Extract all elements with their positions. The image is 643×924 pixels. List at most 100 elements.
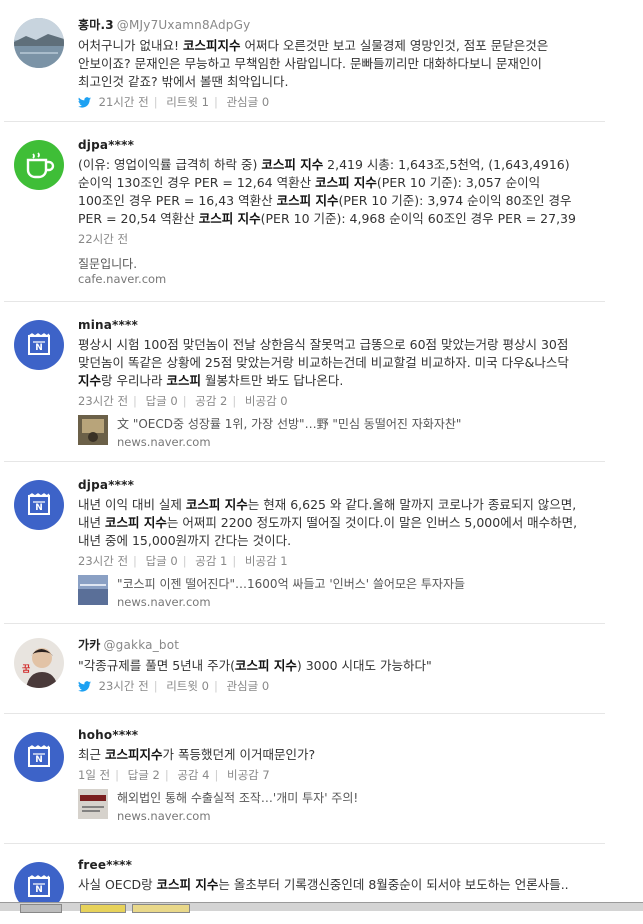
source-url[interactable]: news.naver.com [117, 433, 461, 451]
taskbar-item[interactable] [20, 904, 62, 913]
article-thumbnail [78, 575, 108, 605]
cafe-cup-icon [26, 152, 55, 179]
highlighted-keyword: 코스피 지수 [235, 658, 297, 673]
post-body[interactable]: "각종규제를 풀면 5년내 주가(코스피 지수) 3000 시대도 가능하다" [78, 657, 585, 675]
highlighted-keyword: 코스피 지수 [261, 157, 324, 172]
linked-article[interactable]: 文 "OECD중 성장률 1위, 가장 선방"…野 "민심 동떨어진 자화자찬"… [78, 415, 585, 451]
tweet-post: 홍마.3 @MJy7Uxamn8AdpGy 어처구니가 없내요! 코스피지수 어쩌… [4, 0, 605, 122]
profile-avatar[interactable]: 꿈 [14, 638, 64, 688]
article-title[interactable]: 文 "OECD중 성장률 1위, 가장 선방"…野 "민심 동떨어진 자화자찬" [117, 415, 461, 433]
cafe-article-title[interactable]: 질문입니다. [78, 255, 585, 272]
highlighted-keyword: 코스피 지수 [185, 497, 248, 512]
taskbar-item[interactable] [132, 904, 190, 913]
post-time[interactable]: 23시간 전 [99, 679, 149, 693]
body-text: 랑 우리나라 [101, 373, 167, 388]
dislike-count[interactable]: 비공감 1 [245, 554, 288, 568]
post-time[interactable]: 21시간 전 [99, 95, 149, 109]
body-text: (PER 10 기준): 4,968 순이익 60조인 경우 PER = 27,… [260, 211, 576, 226]
post-body[interactable]: (이유: 영업이익률 급격히 하락 중) 코스피 지수 2,419 시총: 1,… [78, 156, 585, 228]
article-thumbnail [78, 789, 108, 819]
body-text: 최근 [78, 747, 105, 762]
author-name[interactable]: free**** [78, 858, 585, 872]
retweet-count[interactable]: 리트윗 0 [166, 679, 209, 693]
post-time: 23시간 전 [78, 394, 129, 408]
article-title[interactable]: "코스피 이젠 떨어진다"…1600억 싸들고 '인버스' 쓸어모은 투자자들 [117, 575, 465, 593]
twitter-bird-icon [78, 681, 91, 695]
dislike-count[interactable]: 비공감 0 [245, 394, 288, 408]
post-meta: 23시간 전 | 답글 0 | 공감 1 | 비공감 1 [78, 554, 288, 568]
post-body[interactable]: 어처구니가 없내요! 코스피지수 어쩌다 오른것만 보고 실물경제 영망인것, … [78, 37, 585, 91]
tweet-post: 꿈 가카 @gakka_bot "각종규제를 풀면 5년내 주가(코스피 지수) … [4, 624, 605, 714]
source-url[interactable]: news.naver.com [117, 593, 465, 611]
source-url[interactable]: cafe.naver.com [78, 272, 585, 286]
body-text: ) 3000 시대도 가능하다" [296, 658, 432, 673]
like-count[interactable]: 공감 1 [195, 554, 227, 568]
comment-post: N hoho**** 최근 코스피지수가 폭등했던게 이거때문인가? 1일 전 |… [4, 714, 605, 844]
highlighted-keyword: 코스피 지수 [156, 877, 219, 892]
like-count[interactable]: 공감 4 [177, 768, 209, 782]
author-name[interactable]: djpa**** [78, 138, 585, 152]
twitter-bird-icon [78, 97, 91, 111]
post-body[interactable]: 사실 OECD랑 코스피 지수는 올초부터 기록갱신중인데 8월중순이 되서야 … [78, 876, 585, 894]
post-meta: 1일 전 | 답글 2 | 공감 4 | 비공감 7 [78, 768, 270, 782]
reply-count[interactable]: 답글 0 [146, 554, 178, 568]
search-results-feed: 홍마.3 @MJy7Uxamn8AdpGy 어처구니가 없내요! 코스피지수 어쩌… [0, 0, 605, 924]
author-name[interactable]: 홍마.3 @MJy7Uxamn8AdpGy [78, 16, 585, 33]
linked-article[interactable]: 해외법인 통해 수출실적 조작…'개미 투자' 주의! news.naver.c… [78, 789, 585, 825]
comment-post: N djpa**** 내년 이익 대비 실제 코스피 지수는 현재 6,625 … [4, 462, 605, 624]
author-handle: @MJy7Uxamn8AdpGy [116, 18, 251, 32]
profile-avatar[interactable] [14, 18, 64, 68]
post-time: 1일 전 [78, 768, 111, 782]
like-count[interactable]: 공감 2 [195, 394, 227, 408]
author-name[interactable]: hoho**** [78, 728, 585, 742]
portrait-avatar: 꿈 [14, 638, 64, 688]
post-meta: 23시간 전 | 리트윗 0 | 관심글 0 [78, 678, 585, 695]
like-count[interactable]: 관심글 0 [226, 679, 269, 693]
highlighted-keyword: 코스피지수 [182, 38, 241, 53]
body-text: 평상시 시험 100점 맞던놈이 전날 상한음식 잘못먹고 급똥으로 60점 맞… [78, 337, 569, 370]
author-handle: @gakka_bot [103, 638, 180, 652]
svg-text:N: N [35, 343, 43, 353]
reply-count[interactable]: 답글 2 [128, 768, 160, 782]
svg-text:N: N [35, 503, 43, 513]
body-text: 사실 OECD랑 [78, 877, 157, 892]
svg-text:꿈: 꿈 [22, 664, 30, 675]
news-avatar[interactable]: N [14, 480, 64, 530]
cafe-avatar[interactable] [14, 140, 64, 190]
author-name[interactable]: djpa**** [78, 478, 585, 492]
post-meta: 23시간 전 | 답글 0 | 공감 2 | 비공감 0 [78, 394, 288, 408]
retweet-count[interactable]: 리트윗 1 [166, 95, 209, 109]
highlighted-keyword: 코스피 지수 [104, 515, 167, 530]
highlighted-keyword: 코스피 지수 [276, 193, 339, 208]
news-doc-icon: N [28, 333, 50, 355]
article-title[interactable]: 해외법인 통해 수출실적 조작…'개미 투자' 주의! [117, 789, 358, 807]
highlighted-keyword: 지수 [78, 373, 102, 388]
post-meta: 21시간 전 | 리트윗 1 | 관심글 0 [78, 94, 585, 111]
post-time: 23시간 전 [78, 554, 129, 568]
body-text: 어처구니가 없내요! [78, 38, 183, 53]
highlighted-keyword: 코스피 지수 [315, 175, 377, 190]
reply-count[interactable]: 답글 0 [146, 394, 178, 408]
post-body[interactable]: 내년 이익 대비 실제 코스피 지수는 현재 6,625 와 같다.올해 말까지… [78, 496, 585, 550]
news-avatar[interactable]: N [14, 732, 64, 782]
author-name[interactable]: mina**** [78, 318, 585, 332]
comment-post: N mina**** 평상시 시험 100점 맞던놈이 전날 상한음식 잘못먹고… [4, 302, 605, 462]
post-body[interactable]: 평상시 시험 100점 맞던놈이 전날 상한음식 잘못먹고 급똥으로 60점 맞… [78, 336, 585, 390]
news-doc-icon: N [28, 493, 50, 515]
post-body[interactable]: 최근 코스피지수가 폭등했던게 이거때문인가? [78, 746, 585, 764]
news-doc-icon: N [28, 745, 50, 767]
like-count[interactable]: 관심글 0 [226, 95, 269, 109]
linked-article[interactable]: "코스피 이젠 떨어진다"…1600억 싸들고 '인버스' 쓸어모은 투자자들 … [78, 575, 585, 611]
body-text: 는 올초부터 기록갱신중인데 8월중순이 되서야 보도하는 언론사들.. [218, 877, 569, 892]
dislike-count[interactable]: 비공감 7 [227, 768, 270, 782]
source-url[interactable]: news.naver.com [117, 807, 358, 825]
svg-text:N: N [35, 885, 43, 895]
body-text: 내년 이익 대비 실제 [78, 497, 186, 512]
highlighted-keyword: 코스피 지수 [198, 211, 261, 226]
article-thumbnail [78, 415, 108, 445]
taskbar-item[interactable] [80, 904, 126, 913]
highlighted-keyword: 코스피 [166, 373, 201, 388]
news-avatar[interactable]: N [14, 320, 64, 370]
cafe-post: djpa**** (이유: 영업이익률 급격히 하락 중) 코스피 지수 2,4… [4, 122, 605, 302]
author-name[interactable]: 가카 @gakka_bot [78, 636, 585, 653]
